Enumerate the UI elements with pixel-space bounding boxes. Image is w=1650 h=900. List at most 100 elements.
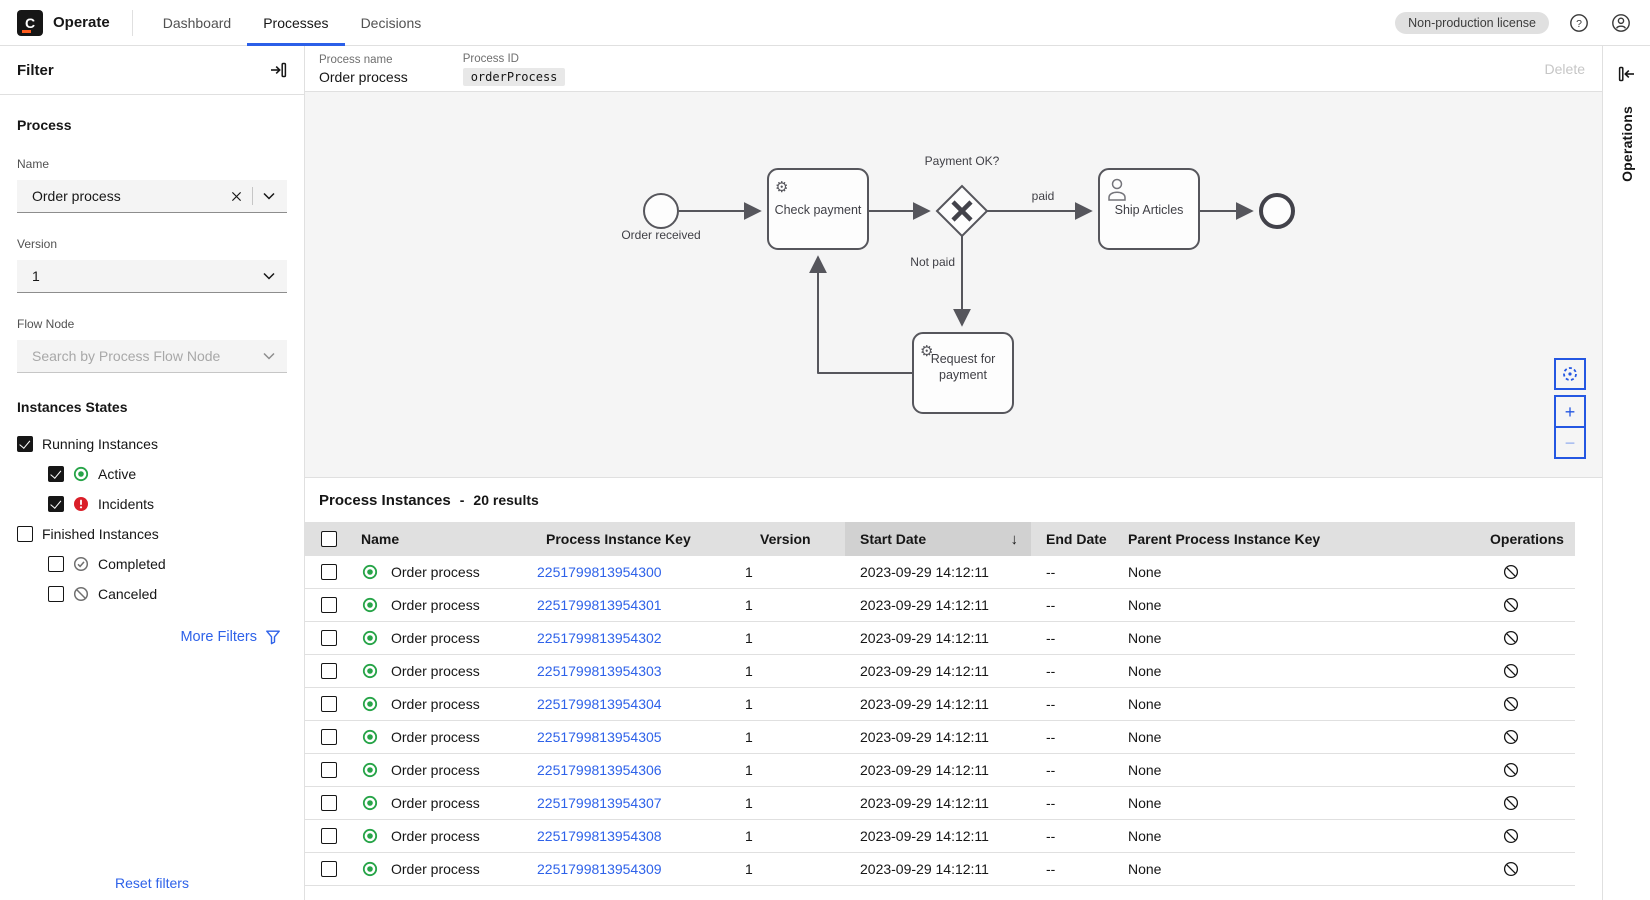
instance-key-link[interactable]: 2251799813954301 [537, 597, 662, 613]
row-checkbox[interactable] [321, 597, 337, 613]
instance-start-date: 2023-09-29 14:12:11 [845, 828, 1031, 844]
instance-key-link[interactable]: 2251799813954306 [537, 762, 662, 778]
instance-name: Order process [391, 762, 480, 778]
instance-version: 1 [745, 597, 845, 613]
row-checkbox[interactable] [321, 564, 337, 580]
row-checkbox[interactable] [321, 795, 337, 811]
instance-name: Order process [391, 861, 480, 877]
tab-processes[interactable]: Processes [247, 0, 344, 46]
row-checkbox[interactable] [321, 663, 337, 679]
process-section-title: Process [17, 117, 287, 133]
collapse-panel-icon[interactable] [269, 62, 287, 78]
column-header-start-date[interactable]: Start Date↓ [845, 522, 1031, 556]
cancel-instance-icon[interactable] [1503, 828, 1519, 844]
active-state-icon [362, 762, 378, 778]
more-filters-link[interactable]: More Filters [180, 629, 257, 645]
instance-key-link[interactable]: 2251799813954300 [537, 564, 662, 580]
flow-node-placeholder: Search by Process Flow Node [32, 348, 263, 364]
filter-state-finished-instances[interactable]: Finished Instances [17, 519, 287, 549]
row-checkbox[interactable] [321, 696, 337, 712]
instance-key-link[interactable]: 2251799813954308 [537, 828, 662, 844]
select-all-checkbox[interactable] [321, 531, 337, 547]
cancel-instance-icon[interactable] [1503, 861, 1519, 877]
instance-row: Order process225179981395430812023-09-29… [305, 820, 1575, 853]
cancel-instance-icon[interactable] [1503, 696, 1519, 712]
nav-tabs: DashboardProcessesDecisions [147, 0, 438, 46]
instance-key-link[interactable]: 2251799813954305 [537, 729, 662, 745]
clear-icon[interactable] [231, 191, 242, 202]
state-label: Canceled [98, 586, 157, 602]
instance-key-link[interactable]: 2251799813954307 [537, 795, 662, 811]
filter-funnel-icon[interactable] [265, 629, 281, 645]
active-state-icon [362, 663, 378, 679]
process-name-combobox[interactable]: Order process [17, 180, 287, 213]
column-header-operations[interactable]: Operations [1475, 522, 1575, 556]
bpmn-canvas: Order received ⚙ Check payment Payment O… [305, 92, 1602, 477]
instance-name: Order process [391, 828, 480, 844]
cancel-instance-icon[interactable] [1503, 663, 1519, 679]
tab-dashboard[interactable]: Dashboard [147, 0, 248, 46]
cancel-instance-icon[interactable] [1503, 762, 1519, 778]
reset-zoom-button[interactable] [1554, 358, 1586, 390]
state-label: Active [98, 466, 136, 482]
instance-end-date: -- [1031, 861, 1113, 877]
diagram-zoom-controls: + − [1554, 358, 1586, 459]
instance-row: Order process225179981395430712023-09-29… [305, 787, 1575, 820]
filter-state-active[interactable]: Active [17, 459, 287, 489]
sort-desc-arrow-icon[interactable]: ↓ [1011, 531, 1019, 548]
filter-state-running-instances[interactable]: Running Instances [17, 429, 287, 459]
instance-end-date: -- [1031, 564, 1113, 580]
row-checkbox[interactable] [321, 828, 337, 844]
start-event[interactable] [644, 194, 678, 228]
instance-version: 1 [745, 630, 845, 646]
column-header-version[interactable]: Version [745, 522, 845, 556]
filter-state-incidents[interactable]: Incidents [17, 489, 287, 519]
row-checkbox[interactable] [321, 861, 337, 877]
cancel-instance-icon[interactable] [1503, 729, 1519, 745]
column-header-parent-process-instance-key[interactable]: Parent Process Instance Key [1113, 522, 1475, 556]
filter-state-completed[interactable]: Completed [17, 549, 287, 579]
tab-decisions[interactable]: Decisions [345, 0, 438, 46]
reset-filters-link[interactable]: Reset filters [115, 875, 189, 891]
instance-key-link[interactable]: 2251799813954302 [537, 630, 662, 646]
instance-key-link[interactable]: 2251799813954304 [537, 696, 662, 712]
instance-row: Order process225179981395430412023-09-29… [305, 688, 1575, 721]
version-select[interactable]: 1 [17, 260, 287, 293]
checkbox[interactable] [48, 586, 64, 602]
cancel-instance-icon[interactable] [1503, 564, 1519, 580]
bpmn-diagram[interactable]: Order received ⚙ Check payment Payment O… [305, 92, 1602, 477]
row-checkbox[interactable] [321, 630, 337, 646]
chevron-down-icon[interactable] [263, 192, 275, 200]
delete-button[interactable]: Delete [1545, 61, 1585, 77]
row-checkbox[interactable] [321, 762, 337, 778]
filter-state-canceled[interactable]: Canceled [17, 579, 287, 609]
process-header: Process name Order process Process ID or… [305, 46, 1602, 92]
expand-panel-icon[interactable] [1618, 66, 1636, 82]
row-checkbox[interactable] [321, 729, 337, 745]
cancel-instance-icon[interactable] [1503, 597, 1519, 613]
instance-key-link[interactable]: 2251799813954309 [537, 861, 662, 877]
zoom-in-button[interactable]: + [1554, 395, 1586, 427]
instance-key-link[interactable]: 2251799813954303 [537, 663, 662, 679]
column-header-name[interactable]: Name [355, 522, 531, 556]
checkbox[interactable] [48, 466, 64, 482]
chevron-down-icon[interactable] [263, 272, 275, 280]
checkbox[interactable] [48, 556, 64, 572]
checkbox[interactable] [48, 496, 64, 512]
checkbox[interactable] [17, 526, 33, 542]
checkbox[interactable] [17, 436, 33, 452]
cancel-instance-icon[interactable] [1503, 795, 1519, 811]
end-event[interactable] [1261, 195, 1293, 227]
zoom-out-button[interactable]: − [1554, 427, 1586, 459]
instance-version: 1 [745, 729, 845, 745]
column-header-process-instance-key[interactable]: Process Instance Key [531, 522, 745, 556]
column-header-end-date[interactable]: End Date [1031, 522, 1113, 556]
instance-version: 1 [745, 861, 845, 877]
canceled-icon [73, 586, 89, 602]
flow-node-select[interactable]: Search by Process Flow Node [17, 340, 287, 373]
cancel-instance-icon[interactable] [1503, 630, 1519, 646]
user-icon[interactable] [1609, 11, 1633, 35]
help-icon[interactable]: ? [1567, 11, 1591, 35]
instance-version: 1 [745, 663, 845, 679]
version-value: 1 [32, 268, 263, 284]
